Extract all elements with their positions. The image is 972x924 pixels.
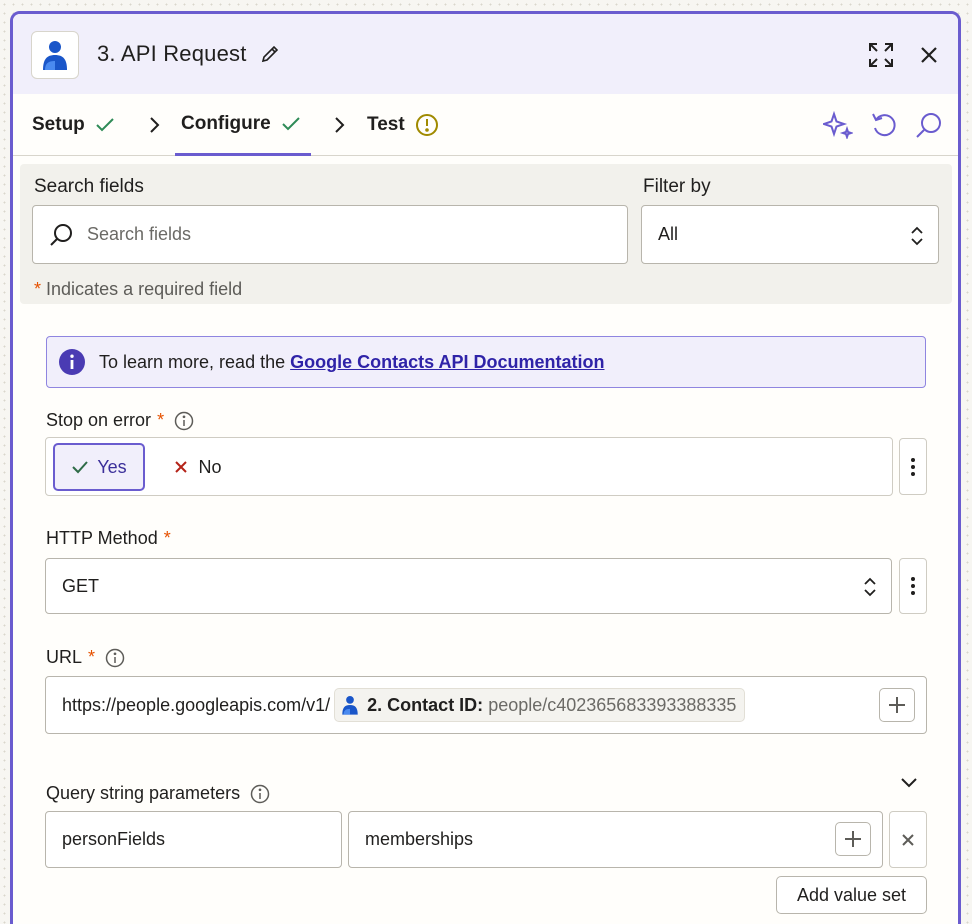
search-input[interactable] [87,224,567,245]
tab-label: Setup [32,114,85,135]
info-icon[interactable] [250,784,270,804]
info-text-prefix: To learn more, read the [99,351,286,372]
stop-on-error-toggle: Yes No [45,437,893,496]
http-method-label: HTTP Method * [46,528,171,549]
search-icon[interactable] [915,111,943,139]
kebab-icon [911,577,915,595]
close-icon [902,833,914,846]
field-label-text: Stop on error [46,410,152,430]
contact-id-pill[interactable]: 2. Contact ID: people/c40236568339338833… [334,688,746,722]
param-value-input[interactable]: memberships [348,811,883,868]
check-icon [282,116,300,130]
required-note-text: Indicates a required field [46,279,243,299]
required-star: * [157,410,165,430]
step-panel: 3. API Request Setup Configure Test Sear… [10,11,961,924]
query-params-label: Query string parameters [46,783,270,804]
add-value-set-button[interactable]: Add value set [776,876,927,914]
param-key: personFields [62,829,166,849]
step-title: 3. API Request [97,41,247,66]
ai-sparkle-icon[interactable] [823,111,853,139]
plus-icon [889,697,905,713]
more-options-button[interactable] [899,558,927,614]
filter-select[interactable]: All [641,205,939,264]
api-docs-link[interactable]: Google Contacts API Documentation [290,352,604,372]
tab-label: Test [367,114,405,135]
expand-icon[interactable] [868,42,894,68]
chevron-right-icon [150,117,160,133]
field-label-text: HTTP Method [46,528,158,548]
check-icon [72,461,89,474]
tab-configure[interactable]: Configure [175,94,311,156]
filter-label: Filter by [643,176,711,197]
insert-data-button[interactable] [835,822,871,856]
http-method-select[interactable]: GET [45,558,892,614]
pill-label: 2. Contact ID: [367,694,484,715]
stop-on-error-label: Stop on error * [46,410,194,431]
pill-value: people/c402365683393388335 [488,694,737,715]
updown-chevron-icon [864,577,876,597]
person-icon [342,696,358,715]
info-icon[interactable] [105,648,125,668]
field-label-text: Query string parameters [46,783,241,803]
warning-icon [415,114,438,136]
info-text: To learn more, read the Google Contacts … [99,352,604,373]
search-icon [50,223,72,246]
required-star: * [34,279,42,299]
close-icon[interactable] [919,45,939,65]
param-value: memberships [365,829,474,849]
panel-header: 3. API Request [13,14,958,94]
chevron-down-icon[interactable] [900,777,918,789]
param-key-input[interactable]: personFields [45,811,342,868]
step-tabs: Setup Configure Test [13,94,958,156]
filter-value: All [658,224,679,244]
chevron-right-icon [335,117,345,133]
no-label: No [198,456,222,477]
tab-setup[interactable]: Setup [32,94,115,156]
yes-button[interactable]: Yes [53,443,145,491]
kebab-icon [911,457,915,476]
field-label-text: URL [46,647,83,667]
person-icon [43,41,67,70]
info-banner: To learn more, read the Google Contacts … [46,336,926,388]
http-method-value: GET [62,575,100,596]
no-button[interactable]: No [158,443,238,491]
insert-data-button[interactable] [879,688,915,722]
url-label: URL * [46,647,125,668]
yes-label: Yes [97,456,127,477]
required-star: * [88,647,96,667]
required-star: * [163,528,171,548]
required-note: * Indicates a required field [34,279,242,300]
search-box[interactable] [32,205,628,264]
url-prefix: https://people.googleapis.com/v1/ [62,694,331,715]
url-input[interactable]: https://people.googleapis.com/v1/ 2. Con… [45,676,927,734]
x-icon [175,461,188,473]
search-label: Search fields [34,176,144,197]
info-icon[interactable] [174,411,194,431]
info-icon [59,349,85,375]
pencil-icon[interactable] [260,44,280,64]
undo-icon[interactable] [871,111,897,139]
check-icon [96,118,114,132]
field-filter-area: Search fields Filter by All * Indicates … [20,164,952,304]
remove-param-button[interactable] [889,811,927,868]
more-options-button[interactable] [899,438,927,495]
app-icon [31,31,79,79]
tab-label: Configure [181,112,271,134]
updown-chevron-icon [911,226,923,246]
plus-icon [845,831,861,847]
tab-test[interactable]: Test [367,94,439,156]
